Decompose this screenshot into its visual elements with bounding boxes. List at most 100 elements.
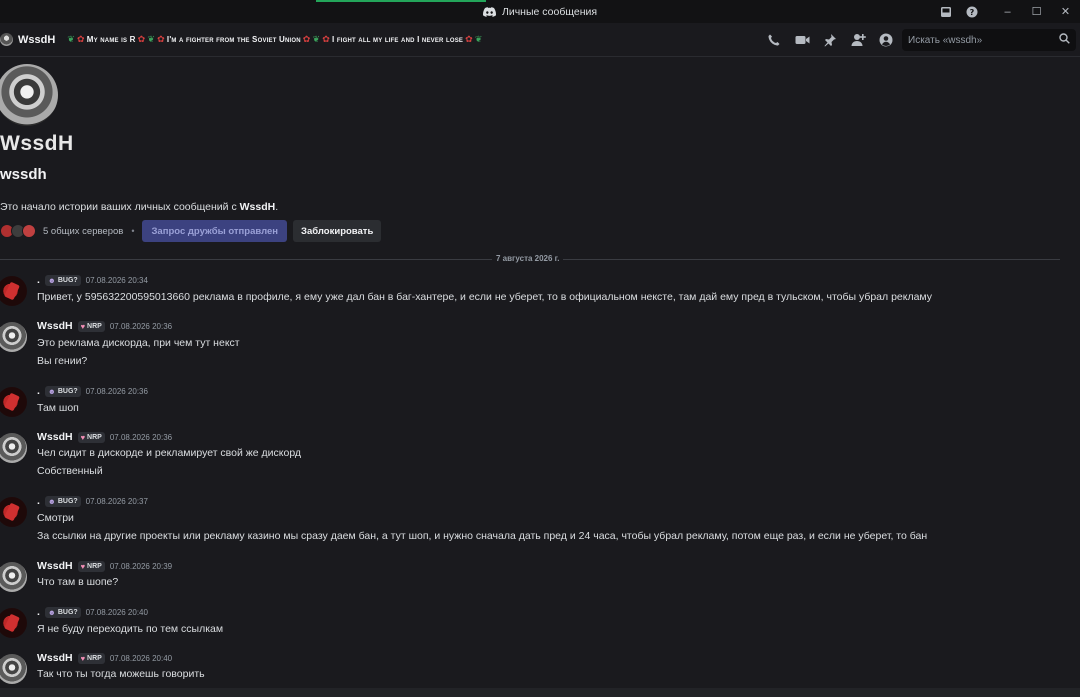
block-button[interactable]: Заблокировать — [293, 220, 382, 242]
server-tag[interactable]: ♥ NRP — [77, 320, 105, 332]
skull-icon: ☻ — [47, 386, 56, 396]
window-title-group: Личные сообщения — [482, 5, 598, 18]
message-text: Смотри — [37, 512, 74, 524]
message-timestamp: 07.08.2026 20:37 — [85, 496, 148, 506]
message-timestamp: 07.08.2026 20:40 — [109, 653, 173, 663]
intro-name: WssdH — [239, 201, 276, 213]
profile-avatar[interactable] — [0, 64, 58, 126]
minimize-button[interactable]: – — [993, 0, 1022, 23]
author-avatar[interactable] — [0, 276, 27, 306]
server-tag[interactable]: ♥ NRP — [77, 560, 105, 572]
leaf-icon: ❦ — [67, 34, 76, 44]
author-avatar[interactable] — [0, 654, 27, 684]
author-avatar[interactable] — [0, 497, 27, 527]
heart-icon: ♥ — [80, 321, 86, 331]
message-author[interactable]: . — [37, 606, 40, 618]
server-tag[interactable]: ♥ NRP — [77, 431, 105, 443]
call-icon[interactable] — [766, 32, 782, 48]
author-avatar[interactable] — [0, 608, 27, 638]
heart-icon: ♥ — [80, 432, 86, 442]
heart-icon: ♥ — [80, 561, 86, 571]
message-text: За ссылки на другие проекты или рекламу … — [37, 530, 928, 542]
server-tag[interactable]: ☻ BUG? — [44, 274, 81, 286]
search-box[interactable] — [902, 29, 1076, 51]
add-friend-icon[interactable] — [850, 32, 866, 48]
svg-text:?: ? — [970, 8, 975, 17]
message-text: Это реклама дискорда, при чем тут некст — [37, 337, 240, 349]
message-timestamp: 07.08.2026 20:36 — [109, 432, 173, 442]
date-divider-label: 7 августа 2026 г. — [492, 254, 564, 263]
rose-icon: ✿ — [322, 34, 331, 44]
author-avatar[interactable] — [0, 562, 27, 592]
message-timestamp: 07.08.2026 20:34 — [85, 275, 148, 285]
message-header: . ☻ BUG? 07.08.2026 20:40 — [37, 606, 148, 618]
rose-icon: ✿ — [137, 34, 146, 44]
video-icon[interactable] — [794, 32, 810, 48]
message-author[interactable]: WssdH — [37, 652, 73, 664]
leaf-icon: ❦ — [474, 34, 483, 44]
active-indicator — [316, 0, 486, 2]
message-header: WssdH ♥ NRP 07.08.2026 20:36 — [37, 431, 172, 443]
header-avatar[interactable] — [0, 33, 13, 46]
server-tag[interactable]: ♥ NRP — [77, 652, 105, 664]
message-text: Там шоп — [37, 402, 79, 414]
maximize-button[interactable]: ☐ — [1022, 0, 1051, 23]
separator-dot: • — [131, 226, 135, 236]
close-button[interactable]: ✕ — [1051, 0, 1080, 23]
header-custom-status: ❦ ✿ My name is R ✿ ❦ ✿ I'm a fighter from t… — [67, 34, 482, 45]
leaf-icon: ❦ — [312, 34, 321, 44]
message-header: . ☻ BUG? 07.08.2026 20:37 — [37, 495, 148, 507]
friend-request-sent-button[interactable]: Запрос дружбы отправлен — [142, 220, 288, 242]
author-avatar[interactable] — [0, 387, 27, 417]
search-input[interactable] — [908, 34, 1056, 46]
message-text: Вы гении? — [37, 355, 88, 367]
message-timestamp: 07.08.2026 20:40 — [85, 607, 148, 617]
help-icon[interactable]: ? — [959, 0, 985, 23]
intro-actions: 5 общих серверов • Запрос дружбы отправл… — [0, 220, 382, 242]
dm-header: WssdH ❦ ✿ My name is R ✿ ❦ ✿ I'm a fighter … — [0, 23, 1080, 57]
message-text: Привет, у 595632200595013660 реклама в п… — [37, 291, 933, 303]
server-tag[interactable]: ☻ BUG? — [44, 385, 81, 397]
message-author[interactable]: . — [37, 495, 40, 507]
status-part-3: I fight all my life and I never lose — [332, 35, 464, 44]
intro-username: wssdh — [0, 166, 47, 183]
rose-icon: ✿ — [157, 34, 165, 44]
rose-icon: ✿ — [77, 34, 85, 44]
mutual-servers-link[interactable]: 5 общих серверов — [43, 226, 123, 237]
message-text: Собственный — [37, 465, 103, 477]
server-tag[interactable]: ☻ BUG? — [44, 606, 81, 618]
search-icon[interactable] — [1059, 33, 1070, 47]
inbox-icon[interactable] — [933, 0, 959, 23]
message-text: Что там в шопе? — [37, 576, 119, 588]
message-author[interactable]: WssdH — [37, 431, 73, 443]
message-author[interactable]: WssdH — [37, 320, 73, 332]
profile-icon[interactable] — [878, 32, 894, 48]
rose-icon: ✿ — [302, 34, 311, 44]
message-timestamp: 07.08.2026 20:39 — [109, 561, 173, 571]
message-text: Чел сидит в дискорде и рекламирует свой … — [37, 447, 302, 459]
heart-icon: ♥ — [80, 653, 86, 663]
message-header: WssdH ♥ NRP 07.08.2026 20:39 — [37, 560, 172, 572]
discord-logo-icon — [482, 6, 496, 17]
message-composer-edge[interactable] — [0, 688, 1080, 697]
server-tag[interactable]: ☻ BUG? — [44, 495, 81, 507]
message-header: . ☻ BUG? 07.08.2026 20:34 — [37, 274, 148, 286]
title-controls: ? – ☐ ✕ — [933, 0, 1080, 23]
header-username[interactable]: WssdH — [18, 34, 55, 46]
window-title: Личные сообщения — [501, 5, 598, 18]
skull-icon: ☻ — [47, 607, 56, 617]
leaf-icon: ❦ — [147, 34, 156, 44]
message-author[interactable]: . — [37, 274, 40, 286]
message-timestamp: 07.08.2026 20:36 — [85, 386, 148, 396]
message-author[interactable]: . — [37, 385, 40, 397]
pin-icon[interactable] — [822, 32, 838, 48]
title-bar: Личные сообщения ? – ☐ ✕ — [0, 0, 1080, 23]
message-author[interactable]: WssdH — [37, 560, 73, 572]
message-header: WssdH ♥ NRP 07.08.2026 20:36 — [37, 320, 172, 332]
message-text: Так что ты тогда можешь говорить — [37, 668, 205, 680]
message-header: WssdH ♥ NRP 07.08.2026 20:40 — [37, 652, 172, 664]
mutual-server-icon[interactable] — [22, 224, 36, 238]
author-avatar[interactable] — [0, 433, 27, 463]
status-part-1: My name is R — [86, 35, 136, 44]
author-avatar[interactable] — [0, 322, 27, 352]
